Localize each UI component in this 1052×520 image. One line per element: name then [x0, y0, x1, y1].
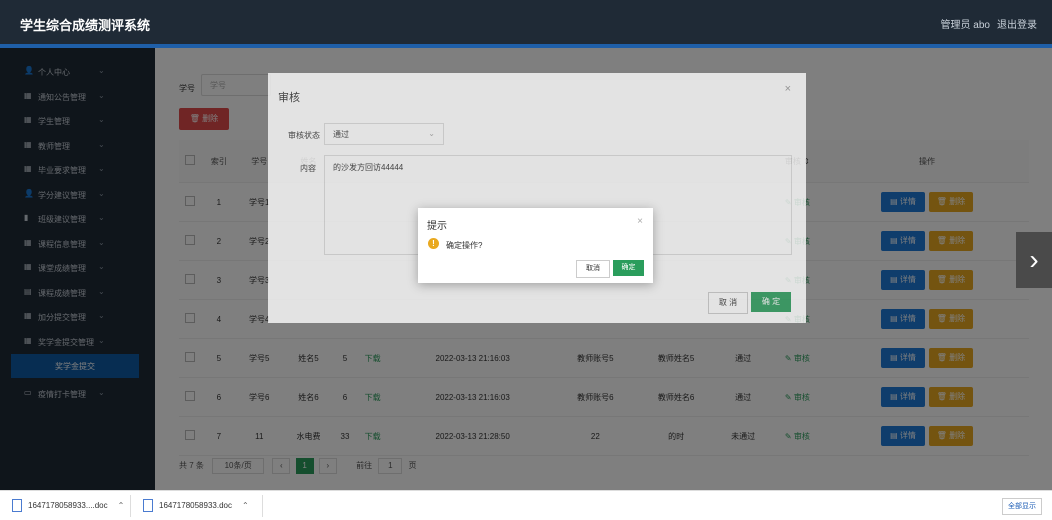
download-filename: 1647178058933....doc: [28, 501, 108, 510]
audit-status-select[interactable]: 通过 ⌄: [324, 123, 444, 145]
chevron-up-icon[interactable]: ⌃: [242, 501, 249, 510]
audit-ok-button[interactable]: 确 定: [751, 292, 791, 312]
close-icon[interactable]: ×: [785, 83, 791, 95]
show-all-downloads-button[interactable]: 全部显示: [1002, 498, 1042, 515]
chevron-down-icon: ⌄: [428, 129, 435, 138]
divider: [130, 495, 131, 517]
confirm-title: 提示: [427, 221, 447, 232]
app-title: 学生综合成绩测评系统: [20, 18, 151, 33]
file-icon: [143, 499, 153, 513]
download-item[interactable]: 1647178058933....doc ⌃: [12, 498, 124, 514]
confirm-dialog: 提示 × ! 确定操作? 取消 确定: [418, 208, 653, 283]
download-bar: 1647178058933....doc ⌃ 1647178058933.doc ⌃…: [0, 490, 1052, 520]
file-icon: [12, 499, 22, 513]
download-filename: 1647178058933.doc: [159, 501, 232, 510]
confirm-message: 确定操作?: [446, 241, 483, 250]
audit-content-label: 内容: [300, 164, 316, 173]
audit-dialog-title: 审核: [278, 92, 300, 104]
warning-icon: !: [428, 238, 439, 249]
confirm-ok-button[interactable]: 确定: [613, 260, 644, 276]
divider: [262, 495, 263, 517]
audit-cancel-button[interactable]: 取 消: [708, 292, 748, 314]
audit-status-label: 审核状态: [288, 131, 320, 140]
top-navbar: 学生综合成绩测评系统 管理员 abo 退出登录: [0, 0, 1052, 44]
close-icon[interactable]: ×: [637, 216, 643, 227]
audit-status-value: 通过: [333, 130, 349, 139]
confirm-cancel-button[interactable]: 取消: [576, 260, 610, 278]
admin-user-label[interactable]: 管理员 abo: [941, 16, 990, 31]
chevron-up-icon[interactable]: ⌃: [118, 501, 125, 510]
audit-dialog: 审核 × 审核状态 通过 ⌄ 内容 的沙发方回访44444 取 消 确 定: [268, 73, 806, 323]
chevron-right-icon[interactable]: ›: [1016, 232, 1052, 288]
logout-link[interactable]: 退出登录: [997, 16, 1037, 31]
download-item[interactable]: 1647178058933.doc ⌃: [143, 498, 249, 514]
